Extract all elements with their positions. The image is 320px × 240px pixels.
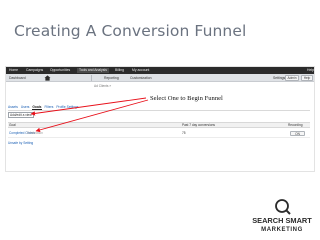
nav-item-billing[interactable]: Billing xyxy=(115,68,124,73)
conversion-count: 75 xyxy=(182,131,186,135)
slide-top-rule xyxy=(0,0,320,3)
help-button[interactable]: Help xyxy=(301,75,313,81)
col-recording: Recording xyxy=(288,123,303,127)
tab-assets[interactable]: Assets xyxy=(8,105,18,109)
table-row: Completed Orders Destination 75 ON xyxy=(8,130,310,138)
nav-item-customization[interactable]: Customization xyxy=(130,76,151,81)
slide-title: Creating A Conversion Funnel xyxy=(14,22,247,40)
breadcrumb[interactable]: Ad Clients » xyxy=(94,84,111,88)
goal-type: Destination xyxy=(27,131,43,135)
admin-button[interactable]: Admin xyxy=(285,75,299,81)
col-goal: Goal xyxy=(9,123,16,127)
nav-item-help[interactable]: Help xyxy=(307,68,314,73)
nav-item-my-account[interactable]: My account xyxy=(132,68,149,73)
logo-line2: MARKETING xyxy=(261,227,303,233)
secondary-nav: Dashboard Reporting Customization Settin… xyxy=(6,74,314,82)
account-selector[interactable]: Dashboard xyxy=(9,76,26,81)
nav-item-home[interactable]: Home xyxy=(9,68,18,73)
recording-toggle[interactable]: ON xyxy=(290,131,305,136)
screenshot-panel: Home Campaigns Opportunities Tools and A… xyxy=(5,66,315,172)
nav-separator xyxy=(91,75,92,81)
admin-tabs: Assets Users Goals Filters Profile Setti… xyxy=(8,105,81,110)
tabs-divider xyxy=(8,110,310,111)
goal-set-select[interactable]: Add/edit a view xyxy=(8,112,34,118)
tab-users[interactable]: Users xyxy=(21,105,30,109)
show-more-link[interactable]: Unsafe by Setting xyxy=(8,141,33,145)
goals-table-header: Goal Past 7 day conversions Recording xyxy=(8,122,310,128)
logo-line1: SEARCH SMART xyxy=(252,216,312,225)
col-conversions: Past 7 day conversions xyxy=(182,123,215,127)
primary-nav: Home Campaigns Opportunities Tools and A… xyxy=(6,67,314,74)
nav-item-opportunities[interactable]: Opportunities xyxy=(50,68,70,73)
home-icon[interactable] xyxy=(44,75,51,81)
search-smart-marketing-logo: SEARCH SMART MARKETING xyxy=(252,199,312,233)
nav-item-settings[interactable]: Settings xyxy=(273,76,285,81)
tab-filters[interactable]: Filters xyxy=(44,105,53,109)
nav-item-reporting[interactable]: Reporting xyxy=(104,76,119,81)
tab-profile-settings[interactable]: Profile Settings xyxy=(56,105,78,109)
callout-text: Select One to Begin Funnel xyxy=(150,95,223,102)
nav-item-campaigns[interactable]: Campaigns xyxy=(26,68,43,73)
nav-item-tools-and-analysis[interactable]: Tools and Analysis xyxy=(77,68,109,73)
